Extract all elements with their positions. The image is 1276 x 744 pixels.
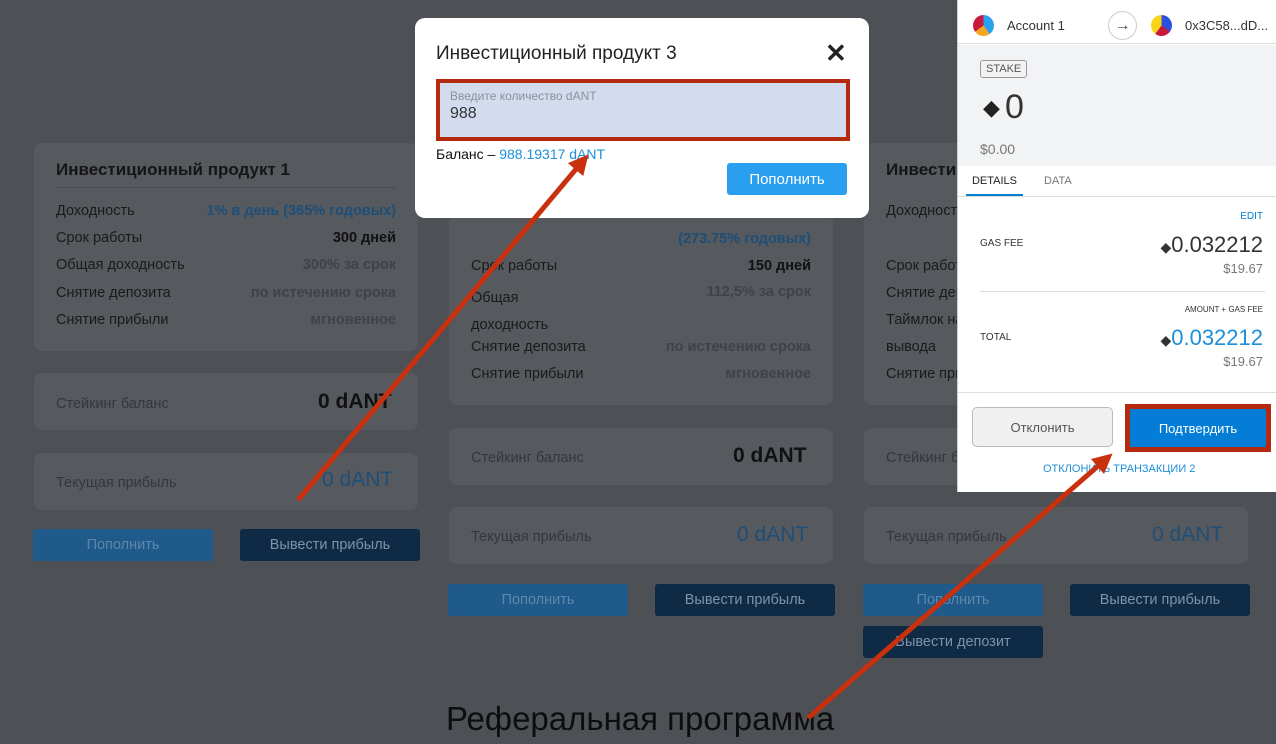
divider xyxy=(958,196,1276,197)
tab-details[interactable]: DETAILS xyxy=(966,166,1023,196)
product-1-row: Общая доходность 300% за срок xyxy=(56,257,396,273)
row-label: Срок работы xyxy=(471,258,558,274)
product-1-row: Доходность 1% в день (365% годовых) xyxy=(56,203,396,219)
account-name: Account 1 xyxy=(1007,18,1065,33)
row-label: вывода xyxy=(886,339,936,355)
amount-input-value: 988 xyxy=(450,105,477,122)
deposit-modal: Инвестиционный продукт 3 ✕ Введите колич… xyxy=(415,18,869,218)
amount-input[interactable]: Введите количество dANT 988 xyxy=(436,79,850,141)
account-bar: Account 1 → 0x3C58...dD... xyxy=(958,6,1276,44)
row-value: 112,5% за срок xyxy=(706,284,811,300)
withdraw-profit-button[interactable]: Вывести прибыль xyxy=(655,584,835,616)
product-3-title: Инвестиц xyxy=(886,160,967,179)
staking-label: Стейкинг баланс xyxy=(56,396,169,412)
divider xyxy=(980,291,1265,292)
profit-value: 0 dANT xyxy=(737,523,809,546)
amount-input-label: Введите количество dANT xyxy=(450,89,597,103)
divider xyxy=(56,187,396,188)
row-value: по истечению срока xyxy=(665,339,811,355)
row-label: Снятие депозита xyxy=(471,339,586,355)
profit-value: 0 dANT xyxy=(1152,523,1224,546)
row-value: 300 дней xyxy=(332,230,396,246)
modal-title: Инвестиционный продукт 3 xyxy=(436,43,677,64)
close-icon[interactable]: ✕ xyxy=(825,38,847,69)
total-usd: $19.67 xyxy=(1223,354,1263,369)
withdraw-profit-button[interactable]: Вывести прибыль xyxy=(1070,584,1250,616)
row-label: Доходность xyxy=(56,203,135,219)
profit-label: Текущая прибыль xyxy=(471,529,592,545)
product-2-row: Общая доходность 112,5% за срок xyxy=(471,284,811,339)
staking-value: 0 dANT xyxy=(318,390,392,413)
gas-fee-amount: 0.032212 xyxy=(1171,232,1263,257)
amount-value: 0 xyxy=(1005,88,1024,126)
row-value: 150 дней xyxy=(747,258,811,274)
profit-label: Текущая прибыль xyxy=(886,529,1007,545)
product-2-row: Снятие прибыли мгновенное xyxy=(471,366,811,382)
tab-data[interactable]: DATA xyxy=(1044,166,1072,196)
row-value: 300% за срок xyxy=(302,257,396,273)
product-2-row: Снятие депозита по истечению срока xyxy=(471,339,811,355)
summary-area: STAKE ◆ 0 $0.00 xyxy=(958,45,1276,166)
reject-all-link[interactable]: ОТКЛОНИТЬ ТРАНЗАКЦИИ 2 xyxy=(1043,463,1195,475)
row-value: 1% в день (365% годовых) xyxy=(206,203,396,219)
arrow-right-icon: → xyxy=(1108,11,1137,40)
withdraw-profit-button[interactable]: Вывести прибыль xyxy=(240,529,420,561)
row-label: Доходность xyxy=(886,203,965,219)
total-label: TOTAL xyxy=(980,332,1012,343)
method-badge: STAKE xyxy=(980,60,1028,78)
row-label: Срок работы xyxy=(56,230,143,246)
withdraw-deposit-button[interactable]: Вывести депозит xyxy=(863,626,1043,658)
row-label: Общая доходность xyxy=(56,257,185,273)
product-2-row: Срок работы 150 дней xyxy=(471,258,811,274)
row-label: Снятие прибыли xyxy=(56,312,169,328)
total-value: ◆0.032212 xyxy=(1160,325,1263,351)
account-avatar xyxy=(973,15,994,36)
total-sublabel: AMOUNT + GAS FEE xyxy=(1184,305,1263,314)
balance-text: Баланс – 988.19317 dANT xyxy=(436,146,605,162)
row-value: мгновенное xyxy=(725,366,811,382)
confirm-button[interactable]: Подтвердить xyxy=(1125,404,1271,452)
deposit-button[interactable]: Пополнить xyxy=(448,584,628,616)
row-value: по истечению срока xyxy=(250,285,396,301)
eth-icon: ◆ xyxy=(1160,332,1172,348)
row-value: мгновенное xyxy=(310,312,396,328)
modal-submit-button[interactable]: Пополнить xyxy=(727,163,847,195)
profit-value: 0 dANT xyxy=(322,468,394,491)
reject-button[interactable]: Отклонить xyxy=(972,407,1113,447)
staking-label: Стейкинг баланс xyxy=(471,450,584,466)
amount-usd: $0.00 xyxy=(980,141,1016,157)
product-1-row: Снятие депозита по истечению срока xyxy=(56,285,396,301)
recipient-address[interactable]: 0x3C58...dD... xyxy=(1185,18,1268,33)
profit-label: Текущая прибыль xyxy=(56,475,177,491)
gas-fee-label: GAS FEE xyxy=(980,238,1024,249)
balance-value-link[interactable]: 988.19317 dANT xyxy=(499,146,605,162)
edit-link[interactable]: EDIT xyxy=(1240,211,1263,222)
row-value: (273.75% годовых) xyxy=(678,231,811,247)
recipient-avatar xyxy=(1151,15,1172,36)
row-label: Общая доходность xyxy=(471,290,549,333)
referral-title: Реферальная программа xyxy=(446,700,835,737)
metamask-confirm-panel: Account 1 → 0x3C58...dD... STAKE ◆ 0 $0.… xyxy=(957,0,1276,492)
gas-fee-usd: $19.67 xyxy=(1223,261,1263,276)
product-1-row: Снятие прибыли мгновенное xyxy=(56,312,396,328)
row-label: Снятие депозита xyxy=(56,285,171,301)
product-1-row: Срок работы 300 дней xyxy=(56,230,396,246)
eth-icon: ◆ xyxy=(983,95,1000,120)
eth-icon: ◆ xyxy=(1160,239,1172,255)
row-label: Снятие прибыли xyxy=(471,366,584,382)
gas-fee-value: ◆0.032212 xyxy=(1160,232,1263,258)
product-1-title: Инвестиционный продукт 1 xyxy=(56,160,290,179)
staking-value: 0 dANT xyxy=(733,444,807,467)
row-label: Таймлок на xyxy=(886,312,964,328)
product-2-row: (273.75% годовых) xyxy=(471,231,811,247)
total-amount: 0.032212 xyxy=(1171,325,1263,350)
deposit-button[interactable]: Пополнить xyxy=(33,529,213,561)
divider xyxy=(958,392,1276,393)
balance-label: Баланс – xyxy=(436,146,500,162)
deposit-button[interactable]: Пополнить xyxy=(863,584,1043,616)
